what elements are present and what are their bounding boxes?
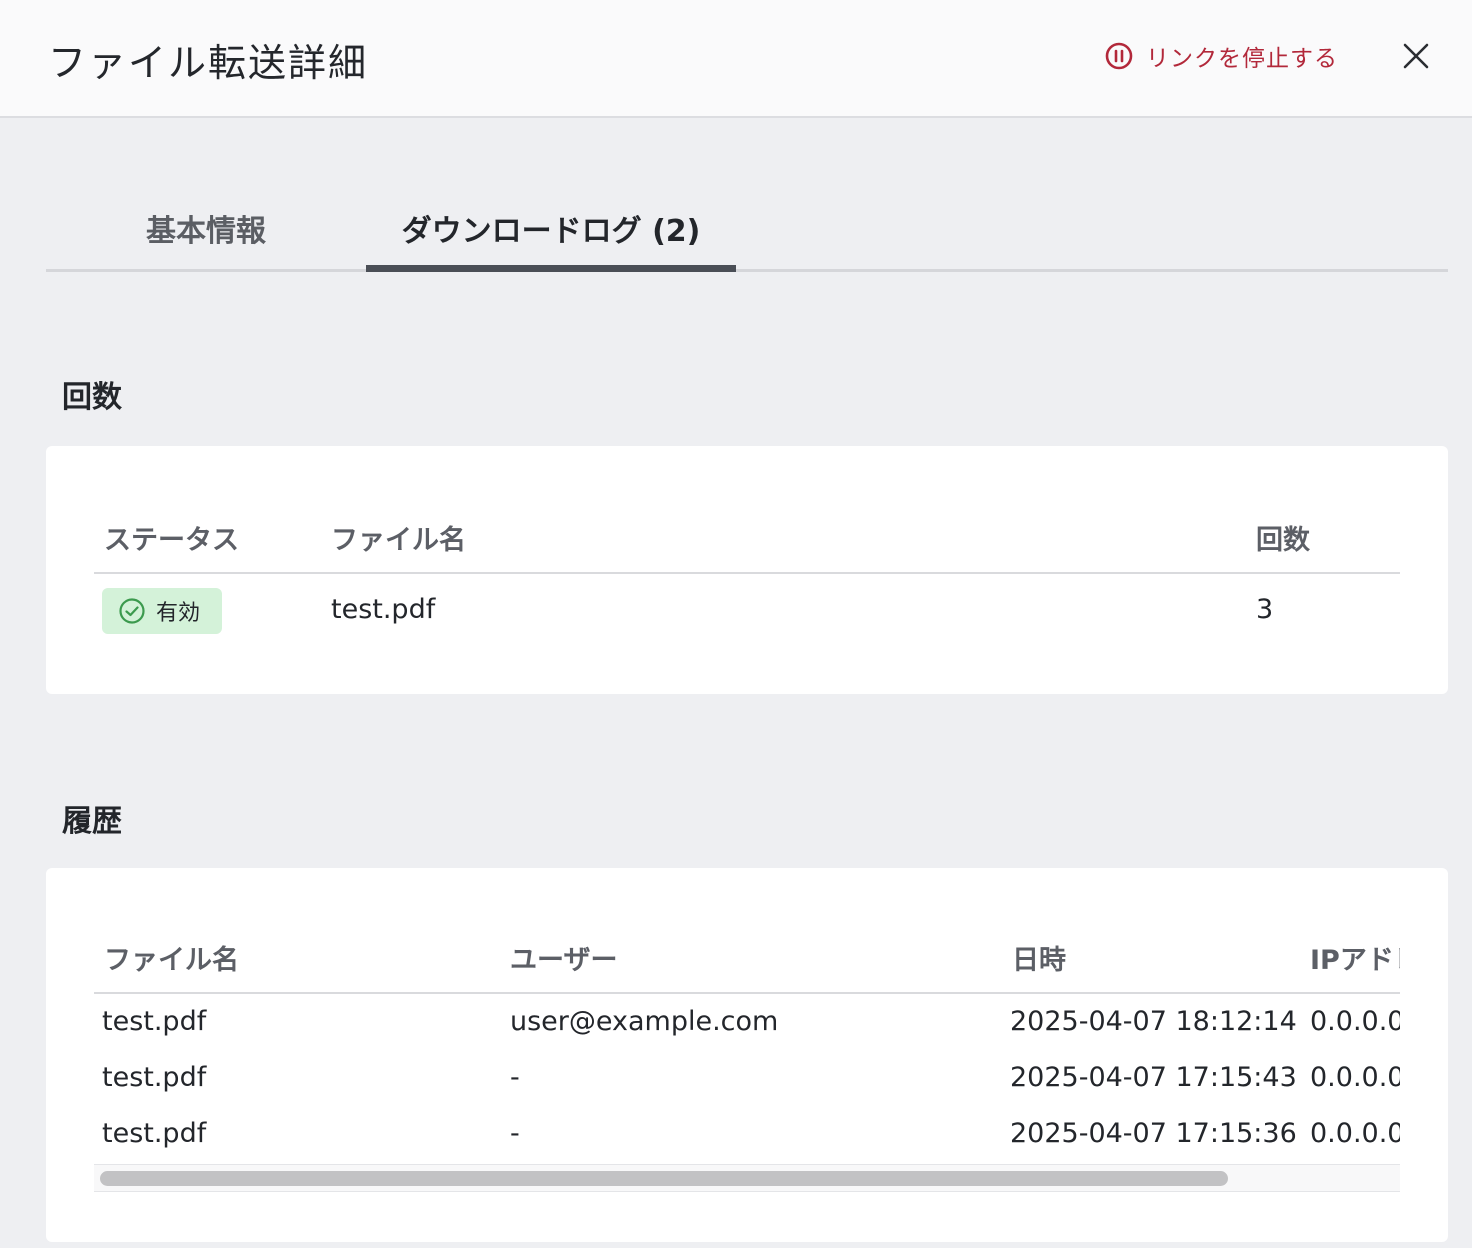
history-card: ファイル名 ユーザー 日時 IPアドレス test.pdf user@examp… [46, 868, 1448, 1242]
close-button[interactable] [1396, 38, 1436, 78]
scrollbar-thumb[interactable] [100, 1171, 1228, 1186]
history-section-title: 履歴 [62, 804, 122, 839]
header-divider [94, 572, 1400, 574]
close-icon [1402, 42, 1430, 74]
history-header-filename: ファイル名 [104, 945, 239, 976]
pause-circle-icon [1104, 41, 1134, 71]
dialog-header: ファイル転送詳細 リンクを停止する [0, 0, 1472, 118]
check-circle-icon [118, 597, 146, 625]
count-card: ステータス ファイル名 回数 有効 test.pdf 3 [46, 446, 1448, 694]
history-row-1-ip: 0.0.0.0 [1310, 1006, 1400, 1037]
history-row-1-datetime: 2025-04-07 18:12:14 [1010, 1006, 1297, 1037]
history-row-2-datetime: 2025-04-07 17:15:43 [1010, 1062, 1297, 1093]
column-header-count: 回数 [1256, 525, 1310, 556]
history-row-3-filename: test.pdf [102, 1118, 207, 1149]
tab-basic-info[interactable]: 基本情報 [106, 190, 306, 272]
history-header-datetime: 日時 [1012, 945, 1066, 976]
history-header-user: ユーザー [510, 945, 618, 976]
status-badge: 有効 [102, 588, 222, 634]
history-row-2-ip: 0.0.0.0 [1310, 1062, 1400, 1093]
history-row-3-datetime: 2025-04-07 17:15:36 [1010, 1118, 1297, 1149]
tab-download-log[interactable]: ダウンロードログ (2) [366, 190, 736, 272]
count-section-title: 回数 [62, 380, 122, 415]
history-row-2-filename: test.pdf [102, 1062, 207, 1093]
history-row-1-user: user@example.com [510, 1006, 779, 1037]
dialog-title: ファイル転送詳細 [48, 41, 369, 85]
history-header-ip: IPアドレス [1310, 945, 1400, 976]
history-row-1-filename: test.pdf [102, 1006, 207, 1037]
tab-bar: 基本情報 ダウンロードログ (2) [46, 190, 1448, 272]
horizontal-scrollbar[interactable] [94, 1164, 1400, 1192]
count-row-count: 3 [1256, 594, 1274, 625]
count-row-filename: test.pdf [331, 594, 436, 625]
history-row-3-user: - [510, 1118, 520, 1149]
stop-link-button[interactable]: リンクを停止する [1104, 40, 1338, 72]
history-row-3-ip: 0.0.0.0 [1310, 1118, 1400, 1149]
history-row-2-user: - [510, 1062, 520, 1093]
column-header-status: ステータス [104, 525, 239, 556]
history-header-divider [94, 992, 1400, 994]
column-header-filename: ファイル名 [331, 525, 466, 556]
history-table-viewport: ファイル名 ユーザー 日時 IPアドレス test.pdf user@examp… [94, 868, 1400, 1164]
stop-link-label: リンクを停止する [1146, 46, 1338, 72]
status-badge-label: 有効 [156, 601, 201, 626]
